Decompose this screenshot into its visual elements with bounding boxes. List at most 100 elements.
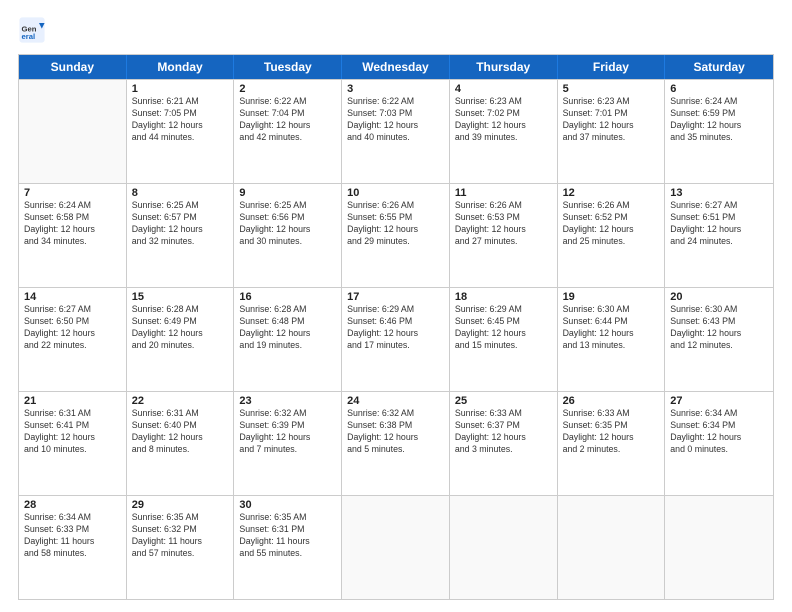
cell-text: Sunrise: 6:30 AM	[563, 304, 660, 316]
calendar-cell: 13Sunrise: 6:27 AMSunset: 6:51 PMDayligh…	[665, 184, 773, 287]
day-number: 9	[239, 187, 336, 199]
cell-text: and 37 minutes.	[563, 132, 660, 144]
cell-text: Sunrise: 6:26 AM	[347, 200, 444, 212]
day-number: 17	[347, 291, 444, 303]
calendar-cell: 27Sunrise: 6:34 AMSunset: 6:34 PMDayligh…	[665, 392, 773, 495]
cell-text: Sunrise: 6:21 AM	[132, 96, 229, 108]
cell-text: Sunrise: 6:23 AM	[455, 96, 552, 108]
calendar-cell: 18Sunrise: 6:29 AMSunset: 6:45 PMDayligh…	[450, 288, 558, 391]
cell-text: Sunrise: 6:24 AM	[24, 200, 121, 212]
day-number: 22	[132, 395, 229, 407]
day-number: 24	[347, 395, 444, 407]
cell-text: Sunrise: 6:35 AM	[132, 512, 229, 524]
cell-text: Daylight: 12 hours	[347, 120, 444, 132]
cell-text: and 0 minutes.	[670, 444, 768, 456]
cell-text: Sunrise: 6:31 AM	[132, 408, 229, 420]
cell-text: and 8 minutes.	[132, 444, 229, 456]
calendar-cell: 6Sunrise: 6:24 AMSunset: 6:59 PMDaylight…	[665, 80, 773, 183]
calendar-row-3: 14Sunrise: 6:27 AMSunset: 6:50 PMDayligh…	[19, 287, 773, 391]
cell-text: Sunset: 6:38 PM	[347, 420, 444, 432]
calendar-cell: 9Sunrise: 6:25 AMSunset: 6:56 PMDaylight…	[234, 184, 342, 287]
cell-text: Sunset: 6:49 PM	[132, 316, 229, 328]
cell-text: and 22 minutes.	[24, 340, 121, 352]
day-number: 2	[239, 83, 336, 95]
day-number: 8	[132, 187, 229, 199]
calendar-cell: 21Sunrise: 6:31 AMSunset: 6:41 PMDayligh…	[19, 392, 127, 495]
calendar-cell: 2Sunrise: 6:22 AMSunset: 7:04 PMDaylight…	[234, 80, 342, 183]
day-number: 11	[455, 187, 552, 199]
cell-text: and 35 minutes.	[670, 132, 768, 144]
cell-text: Sunset: 6:45 PM	[455, 316, 552, 328]
cell-text: Sunrise: 6:27 AM	[24, 304, 121, 316]
calendar-cell	[19, 80, 127, 183]
day-number: 27	[670, 395, 768, 407]
cell-text: Daylight: 12 hours	[670, 432, 768, 444]
cell-text: Sunrise: 6:22 AM	[347, 96, 444, 108]
calendar-cell: 12Sunrise: 6:26 AMSunset: 6:52 PMDayligh…	[558, 184, 666, 287]
logo-icon: Gen eral	[18, 16, 46, 44]
cell-text: and 3 minutes.	[455, 444, 552, 456]
cell-text: Daylight: 12 hours	[455, 432, 552, 444]
cell-text: Sunset: 6:39 PM	[239, 420, 336, 432]
calendar-row-1: 1Sunrise: 6:21 AMSunset: 7:05 PMDaylight…	[19, 79, 773, 183]
cell-text: Daylight: 12 hours	[563, 120, 660, 132]
cell-text: Daylight: 12 hours	[239, 120, 336, 132]
cell-text: Sunrise: 6:35 AM	[239, 512, 336, 524]
cell-text: and 55 minutes.	[239, 548, 336, 560]
header-day-sunday: Sunday	[19, 55, 127, 79]
cell-text: Sunset: 6:50 PM	[24, 316, 121, 328]
cell-text: and 12 minutes.	[670, 340, 768, 352]
cell-text: Sunset: 6:53 PM	[455, 212, 552, 224]
cell-text: Sunset: 6:37 PM	[455, 420, 552, 432]
header: Gen eral	[18, 16, 774, 44]
calendar: SundayMondayTuesdayWednesdayThursdayFrid…	[18, 54, 774, 600]
calendar-cell: 25Sunrise: 6:33 AMSunset: 6:37 PMDayligh…	[450, 392, 558, 495]
cell-text: Sunset: 7:04 PM	[239, 108, 336, 120]
cell-text: Daylight: 12 hours	[455, 328, 552, 340]
calendar-cell: 5Sunrise: 6:23 AMSunset: 7:01 PMDaylight…	[558, 80, 666, 183]
cell-text: Daylight: 12 hours	[132, 328, 229, 340]
calendar-cell: 24Sunrise: 6:32 AMSunset: 6:38 PMDayligh…	[342, 392, 450, 495]
calendar-cell: 28Sunrise: 6:34 AMSunset: 6:33 PMDayligh…	[19, 496, 127, 599]
cell-text: Sunset: 6:58 PM	[24, 212, 121, 224]
cell-text: Sunrise: 6:31 AM	[24, 408, 121, 420]
cell-text: Sunset: 6:51 PM	[670, 212, 768, 224]
calendar-cell: 1Sunrise: 6:21 AMSunset: 7:05 PMDaylight…	[127, 80, 235, 183]
calendar-cell: 16Sunrise: 6:28 AMSunset: 6:48 PMDayligh…	[234, 288, 342, 391]
cell-text: Sunset: 6:56 PM	[239, 212, 336, 224]
cell-text: Sunrise: 6:33 AM	[455, 408, 552, 420]
header-day-tuesday: Tuesday	[234, 55, 342, 79]
day-number: 18	[455, 291, 552, 303]
cell-text: Sunset: 6:41 PM	[24, 420, 121, 432]
cell-text: and 13 minutes.	[563, 340, 660, 352]
calendar-row-4: 21Sunrise: 6:31 AMSunset: 6:41 PMDayligh…	[19, 391, 773, 495]
day-number: 7	[24, 187, 121, 199]
day-number: 13	[670, 187, 768, 199]
cell-text: and 5 minutes.	[347, 444, 444, 456]
cell-text: Daylight: 12 hours	[563, 432, 660, 444]
day-number: 26	[563, 395, 660, 407]
cell-text: Sunrise: 6:22 AM	[239, 96, 336, 108]
day-number: 20	[670, 291, 768, 303]
cell-text: and 40 minutes.	[347, 132, 444, 144]
cell-text: Sunset: 6:40 PM	[132, 420, 229, 432]
cell-text: Sunset: 6:59 PM	[670, 108, 768, 120]
calendar-body: 1Sunrise: 6:21 AMSunset: 7:05 PMDaylight…	[19, 79, 773, 599]
cell-text: Sunset: 6:32 PM	[132, 524, 229, 536]
cell-text: Sunrise: 6:30 AM	[670, 304, 768, 316]
cell-text: Sunrise: 6:23 AM	[563, 96, 660, 108]
cell-text: Sunset: 6:44 PM	[563, 316, 660, 328]
cell-text: Sunrise: 6:25 AM	[132, 200, 229, 212]
cell-text: and 29 minutes.	[347, 236, 444, 248]
day-number: 23	[239, 395, 336, 407]
page: Gen eral SundayMondayTuesdayWednesdayThu…	[0, 0, 792, 612]
cell-text: and 30 minutes.	[239, 236, 336, 248]
header-day-wednesday: Wednesday	[342, 55, 450, 79]
cell-text: Sunset: 6:34 PM	[670, 420, 768, 432]
calendar-cell: 22Sunrise: 6:31 AMSunset: 6:40 PMDayligh…	[127, 392, 235, 495]
cell-text: Daylight: 12 hours	[239, 328, 336, 340]
calendar-cell: 17Sunrise: 6:29 AMSunset: 6:46 PMDayligh…	[342, 288, 450, 391]
calendar-row-5: 28Sunrise: 6:34 AMSunset: 6:33 PMDayligh…	[19, 495, 773, 599]
cell-text: Sunrise: 6:24 AM	[670, 96, 768, 108]
cell-text: Sunset: 6:52 PM	[563, 212, 660, 224]
